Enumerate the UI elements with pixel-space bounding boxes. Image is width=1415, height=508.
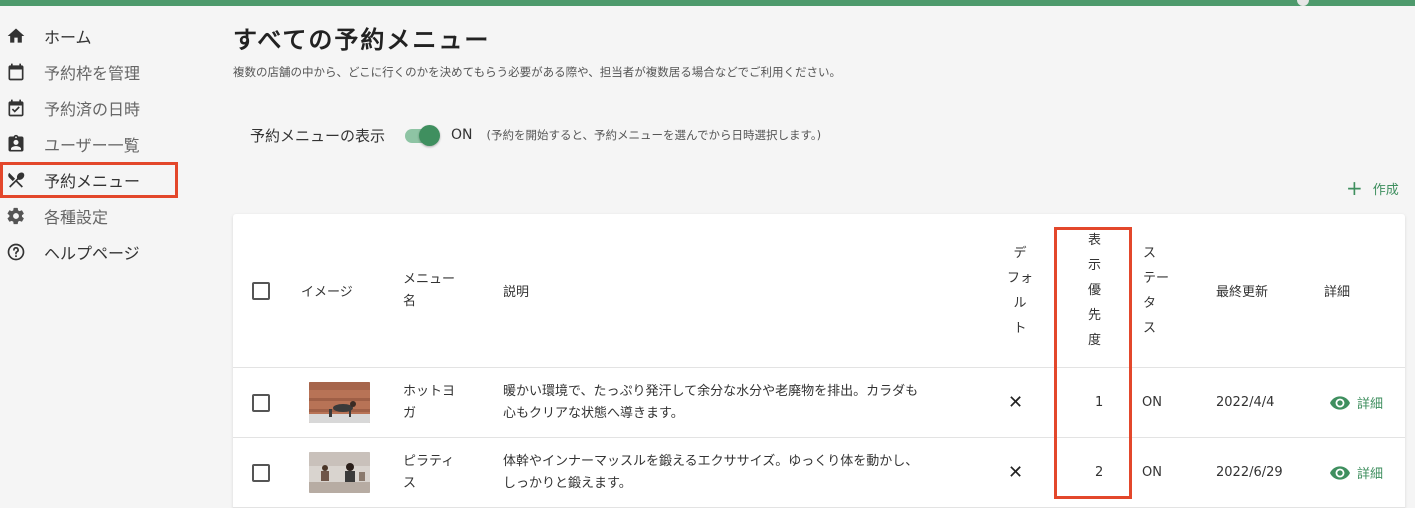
plus-icon: + <box>1346 176 1363 200</box>
eye-icon <box>1330 395 1350 410</box>
sidebar-item-home[interactable]: ホーム <box>0 18 200 54</box>
create-label: 作成 <box>1372 182 1399 198</box>
help-circle-icon <box>6 242 26 262</box>
user-badge-icon <box>6 134 26 154</box>
sidebar-item-label: ユーザー一覧 <box>44 136 140 155</box>
display-priority: 2 <box>1095 465 1104 480</box>
select-all-checkbox[interactable] <box>252 281 270 300</box>
sidebar-item-label: 予約枠を管理 <box>44 64 141 83</box>
menu-table: イメージ メニュー 名 説明 デ フォ ル ト 表 示 優 先 度 ス テー タ… <box>233 214 1405 508</box>
last-updated: 2022/6/29 <box>1216 465 1283 480</box>
home-icon <box>6 26 26 46</box>
toggle-state: ON <box>451 127 473 143</box>
header-menu-name: メニュー 名 <box>403 271 456 309</box>
table-row: ピラティ ス 体幹やインナーマッスルを鍛えるエクササイズ。ゆっくり体を動かし、 … <box>233 438 1405 508</box>
table-row: ホットヨ ガ 暖かい環境で、たっぷり発汗して余分な水分や老廃物を排出。カラダも … <box>233 368 1405 438</box>
sidebar-item-manage-slots[interactable]: 予約枠を管理 <box>0 54 200 90</box>
calendar-icon <box>6 62 26 82</box>
toggle-knob <box>419 125 441 146</box>
sidebar-item-label: 各種設定 <box>44 208 109 227</box>
table-header: イメージ メニュー 名 説明 デ フォ ル ト 表 示 優 先 度 ス テー タ… <box>233 214 1405 368</box>
eye-icon <box>1330 465 1350 480</box>
header-image: イメージ <box>301 285 353 300</box>
sidebar-item-help[interactable]: ヘルプページ <box>0 234 200 270</box>
sidebar-item-label: ホーム <box>44 28 92 47</box>
header-last-updated: 最終更新 <box>1216 285 1269 300</box>
create-button[interactable]: + 作成 <box>1346 178 1399 198</box>
sidebar-item-label: ヘルプページ <box>44 244 140 263</box>
menu-name: ピラティ ス <box>403 453 455 491</box>
calendar-check-icon <box>6 98 26 118</box>
account-avatar[interactable] <box>1297 0 1309 6</box>
sidebar-item-label: 予約メニュー <box>44 172 141 191</box>
detail-label: 詳細 <box>1357 467 1384 482</box>
row-checkbox[interactable] <box>252 463 270 482</box>
header-display-priority: 表 示 優 先 度 <box>1088 233 1102 348</box>
page-title: すべての予約メニュー <box>233 26 491 54</box>
menu-description: 暖かい環境で、たっぷり発汗して余分な水分や老廃物を排出。カラダも 心もクリアな状… <box>503 383 919 421</box>
menu-image <box>309 452 370 493</box>
sidebar-item-booked-dates[interactable]: 予約済の日時 <box>0 90 200 126</box>
menu-name: ホットヨ ガ <box>403 383 456 421</box>
status: ON <box>1142 395 1162 410</box>
top-bar <box>0 0 1415 6</box>
last-updated: 2022/4/4 <box>1216 395 1275 410</box>
gear-icon <box>6 206 26 226</box>
detail-link[interactable]: 詳細 <box>1330 393 1383 412</box>
toggle-note: (予約を開始すると、予約メニューを選んでから日時選択します。) <box>486 128 822 142</box>
restaurant-icon <box>6 170 26 190</box>
menu-image <box>309 382 370 423</box>
sidebar-item-users[interactable]: ユーザー一覧 <box>0 126 200 162</box>
display-priority: 1 <box>1095 395 1104 410</box>
status: ON <box>1142 465 1162 480</box>
toggle-label: 予約メニューの表示 <box>250 126 386 145</box>
row-checkbox[interactable] <box>252 393 270 412</box>
sidebar-item-reservation-menu[interactable]: 予約メニュー <box>0 162 178 198</box>
sidebar-item-label: 予約済の日時 <box>44 100 141 119</box>
menu-display-toggle[interactable] <box>403 124 441 146</box>
header-status: ス テー タ ス <box>1143 245 1170 336</box>
header-default: デ フォ ル ト <box>1007 245 1034 336</box>
default-false-icon: ✕ <box>1008 392 1024 413</box>
menu-description: 体幹やインナーマッスルを鍛えるエクササイズ。ゆっくり体を動かし、 しっかりと鍛え… <box>503 453 919 491</box>
detail-label: 詳細 <box>1357 397 1384 412</box>
detail-link[interactable]: 詳細 <box>1330 463 1383 482</box>
default-false-icon: ✕ <box>1008 462 1024 483</box>
menu-display-toggle-row: 予約メニューの表示 ON (予約を開始すると、予約メニューを選んでから日時選択し… <box>250 124 821 146</box>
header-description: 説明 <box>503 285 530 300</box>
sidebar-item-settings[interactable]: 各種設定 <box>0 198 200 234</box>
header-detail: 詳細 <box>1324 285 1351 300</box>
sidebar: ホーム 予約枠を管理 予約済の日時 ユーザー一覧 予約メニュー 各種設定 ヘルプ… <box>0 18 200 270</box>
page-description: 複数の店舗の中から、どこに行くのかを決めてもらう必要がある際や、担当者が複数居る… <box>233 65 841 79</box>
